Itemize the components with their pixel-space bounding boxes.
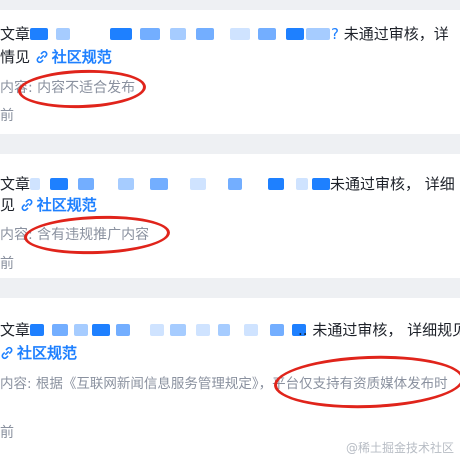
- notification-page: 文章 ? 未通过审核，详 情见 社区规范 内容: 内容不适合发布 前 文章 未通…: [0, 0, 460, 460]
- title-prefix: 文章: [0, 25, 31, 43]
- community-rules-label: 社区规范: [51, 48, 112, 66]
- notification-card: 文章 ? 未通过审核，详 情见 社区规范 内容: 内容不适合发布 前: [0, 10, 460, 134]
- status-text: 未通过审核，详: [338, 25, 449, 43]
- notification-card: 文章 .. 未通过审核， 详细规见 社区规范 内容: 根据《互联网新闻信息服务管…: [0, 298, 460, 460]
- detail-text: 见: [0, 196, 16, 214]
- detail-text: 情见: [0, 48, 31, 66]
- status-text: 未通过审核， 详细规见: [307, 321, 460, 339]
- annotation-circle: [273, 352, 460, 412]
- timestamp: 前: [0, 108, 14, 124]
- community-rules-label: 社区规范: [17, 344, 78, 362]
- title-prefix: 文章: [0, 175, 31, 193]
- timestamp: 前: [0, 256, 14, 272]
- link-icon: [21, 198, 33, 212]
- notification-title-line: 文章: [0, 24, 30, 44]
- notification-card: 文章 未通过审核， 详细 见 社区规范 内容: 含有违规推广内容 前: [0, 154, 460, 278]
- link-icon: [36, 50, 48, 64]
- title-prefix: 文章: [0, 321, 31, 339]
- title-suffix: ..: [298, 321, 308, 339]
- annotation-circle: [23, 213, 171, 257]
- annotation-circle: [17, 67, 147, 111]
- timestamp: 前: [0, 425, 14, 441]
- community-rules-link[interactable]: 社区规范: [35, 48, 112, 66]
- community-rules-link[interactable]: 社区规范: [20, 196, 97, 214]
- title-suffix: ?: [331, 25, 339, 43]
- community-rules-label: 社区规范: [36, 196, 97, 214]
- status-text: 未通过审核， 详细: [330, 175, 455, 193]
- link-icon: [1, 346, 13, 360]
- watermark: @稀土掘金技术社区: [345, 441, 454, 455]
- community-rules-link[interactable]: 社区规范: [0, 344, 77, 362]
